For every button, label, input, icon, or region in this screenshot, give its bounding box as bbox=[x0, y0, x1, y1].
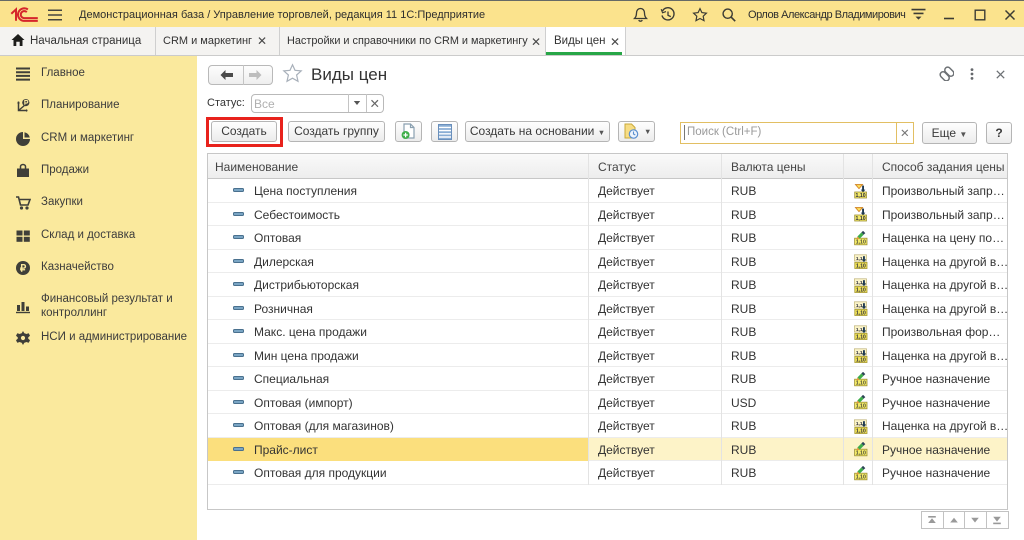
svg-text:1,10: 1,10 bbox=[856, 451, 866, 457]
svg-text:1,10: 1,10 bbox=[856, 287, 866, 293]
svg-text:1,1: 1,1 bbox=[856, 280, 863, 286]
svg-text:₽: ₽ bbox=[20, 264, 27, 275]
svg-text:1,10: 1,10 bbox=[856, 474, 866, 480]
svg-text:1,1: 1,1 bbox=[856, 256, 863, 262]
svg-text:1,10: 1,10 bbox=[856, 216, 866, 222]
svg-text:1,1: 1,1 bbox=[856, 421, 863, 427]
svg-text:1,10: 1,10 bbox=[856, 264, 866, 270]
svg-text:1,10: 1,10 bbox=[856, 193, 866, 199]
svg-text:1,1: 1,1 bbox=[856, 327, 863, 333]
svg-text:1,10: 1,10 bbox=[856, 404, 866, 410]
svg-text:1,10: 1,10 bbox=[856, 239, 866, 245]
svg-text:1,10: 1,10 bbox=[856, 334, 866, 340]
svg-text:1,1: 1,1 bbox=[856, 303, 863, 309]
svg-text:1,10: 1,10 bbox=[856, 428, 866, 434]
svg-text:1,1: 1,1 bbox=[856, 350, 863, 356]
svg-text:1,10: 1,10 bbox=[856, 358, 866, 364]
svg-text:1,10: 1,10 bbox=[856, 380, 866, 386]
svg-text:1,10: 1,10 bbox=[856, 311, 866, 317]
